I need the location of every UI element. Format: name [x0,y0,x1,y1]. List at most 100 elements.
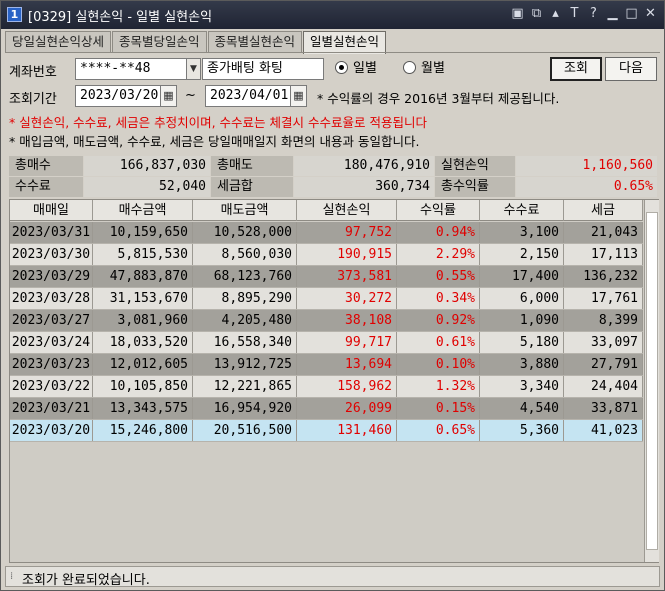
table-row[interactable]: 2023/03/21 13,343,575 16,954,920 26,099 0.15… [10,398,643,420]
cell-rate: 1.32% [397,376,480,397]
table-row[interactable]: 2023/03/22 10,105,850 12,221,865 158,962 1.3… [10,376,643,398]
table-row[interactable]: 2023/03/24 18,033,520 16,558,340 99,717 0.61… [10,332,643,354]
table-row[interactable]: 2023/03/31 10,159,650 10,528,000 97,752 0.94… [10,222,643,244]
cell-fee: 17,400 [480,266,564,287]
col-header-buy[interactable]: 매수금액 [93,200,193,221]
col-header-date[interactable]: 매매일 [10,200,93,221]
table-row[interactable]: 2023/03/30 5,815,530 8,560,030 190,915 2.29%… [10,244,643,266]
window-title: [0329] 실현손익 - 일별 실현손익 [28,10,213,25]
status-bar: ⁞ 조회가 완료되었습니다. [5,566,660,588]
cell-pnl: 373,581 [297,266,397,287]
calendar-icon[interactable]: ▦ [160,85,177,107]
daily-pnl-table[interactable]: 매매일 매수금액 매도금액 실현손익 수익률 수수료 세금 2023/03/31… [9,199,659,563]
table-row[interactable]: 2023/03/27 3,081,960 4,205,480 38,108 0.92% 1… [10,310,643,332]
col-header-sell[interactable]: 매도금액 [193,200,297,221]
title-bar[interactable]: 1 [0329] 실현손익 - 일별 실현손익 ▣ ⧉ ▴ T ? ▁ □ ✕ [1,1,664,29]
cell-tax: 33,871 [564,398,643,419]
table-row[interactable]: 2023/03/28 31,153,670 8,895,290 30,272 0.34%… [10,288,643,310]
period-label: 조회기간 [9,92,57,107]
realized-pnl-label: 실현손익 [435,156,515,176]
cell-rate: 0.55% [397,266,480,287]
cell-sell: 12,221,865 [193,376,297,397]
date-to-input[interactable]: 2023/04/01 [205,85,291,107]
scrollbar-thumb[interactable] [646,212,658,550]
chevron-down-icon[interactable]: ▼ [186,58,201,80]
cell-tax: 136,232 [564,266,643,287]
cell-date: 2023/03/30 [10,244,93,265]
cell-date: 2023/03/24 [10,332,93,353]
cell-buy: 10,159,650 [93,222,193,243]
tax-label: 세금합 [211,177,293,197]
cell-tax: 17,761 [564,288,643,309]
tab-daily-realized-pnl[interactable]: 일별실현손익 [303,31,387,54]
close-icon[interactable]: ✕ [643,5,658,23]
col-header-pnl[interactable]: 실현손익 [297,200,397,221]
radio-monthly-button[interactable] [403,61,416,74]
cell-tax: 21,043 [564,222,643,243]
date-from-input[interactable]: 2023/03/20 [75,85,161,107]
col-header-fee[interactable]: 수수료 [480,200,564,221]
tax-value: 360,734 [294,177,434,197]
account-name-field[interactable]: 종가배팅 화팅 [202,58,324,80]
cell-sell: 20,516,500 [193,420,297,441]
table-row[interactable]: 2023/03/23 12,012,605 13,912,725 13,694 0.10… [10,354,643,376]
radio-daily-button[interactable] [335,61,348,74]
fee-value: 52,040 [84,177,210,197]
account-select[interactable]: ****-**48 [75,58,187,80]
help-icon[interactable]: ? [586,5,601,23]
realized-pnl-value: 1,160,560 [516,156,657,176]
cell-buy: 10,105,850 [93,376,193,397]
cell-rate: 0.15% [397,398,480,419]
tile-icon[interactable]: ⧉ [529,5,544,23]
pin-icon[interactable]: ▴ [548,5,563,23]
search-button[interactable]: 조회 [550,57,602,81]
app-window: 1 [0329] 실현손익 - 일별 실현손익 ▣ ⧉ ▴ T ? ▁ □ ✕ … [0,0,665,591]
cell-tax: 41,023 [564,420,643,441]
tab-stock-daily-pnl[interactable]: 종목별당일손익 [112,31,207,53]
cell-rate: 0.61% [397,332,480,353]
maximize-icon[interactable]: □ [624,5,639,23]
cell-sell: 10,528,000 [193,222,297,243]
cell-rate: 0.10% [397,354,480,375]
cell-rate: 0.92% [397,310,480,331]
summary-panel: 총매수 166,837,030 총매도 180,476,910 실현손익 1,1… [9,156,657,198]
cell-buy: 31,153,670 [93,288,193,309]
restore-icon[interactable]: ▣ [510,5,525,23]
tab-daily-realized-detail[interactable]: 당일실현손익상세 [5,31,112,53]
cell-fee: 2,150 [480,244,564,265]
cell-fee: 5,180 [480,332,564,353]
cell-fee: 1,090 [480,310,564,331]
window-number-badge: 1 [7,7,22,22]
vertical-scrollbar[interactable] [644,200,659,562]
cell-rate: 2.29% [397,244,480,265]
cell-date: 2023/03/31 [10,222,93,243]
col-header-rate[interactable]: 수익률 [397,200,480,221]
cell-pnl: 26,099 [297,398,397,419]
total-sell-label: 총매도 [211,156,293,176]
tab-stock-realized-pnl[interactable]: 종목별실현손익 [207,31,303,53]
cell-tax: 24,404 [564,376,643,397]
radio-daily-label: 일별 [353,61,377,76]
cell-sell: 8,560,030 [193,244,297,265]
cell-date: 2023/03/28 [10,288,93,309]
col-header-tax[interactable]: 세금 [564,200,643,221]
notice-estimate: * 실현손익, 수수료, 세금은 추정치이며, 수수료는 체결시 수수료율로 적… [9,115,427,130]
cell-fee: 3,880 [480,354,564,375]
table-row[interactable]: 2023/03/29 47,883,870 68,123,760 373,581 0.5… [10,266,643,288]
cell-sell: 8,895,290 [193,288,297,309]
radio-daily[interactable]: 일별 [335,58,377,80]
cell-tax: 33,097 [564,332,643,353]
radio-monthly[interactable]: 월별 [403,58,445,80]
cell-tax: 8,399 [564,310,643,331]
cell-pnl: 158,962 [297,376,397,397]
cell-tax: 27,791 [564,354,643,375]
cell-date: 2023/03/20 [10,420,93,441]
next-button[interactable]: 다음 [605,57,657,81]
table-row[interactable]: 2023/03/20 15,246,800 20,516,500 131,460 0.6… [10,420,643,442]
total-return-label: 총수익률 [435,177,515,197]
minimize-icon[interactable]: ▁ [605,5,620,23]
cell-buy: 15,246,800 [93,420,193,441]
calendar-icon[interactable]: ▦ [290,85,307,107]
font-icon[interactable]: T [567,5,582,23]
tab-divider [5,52,660,53]
